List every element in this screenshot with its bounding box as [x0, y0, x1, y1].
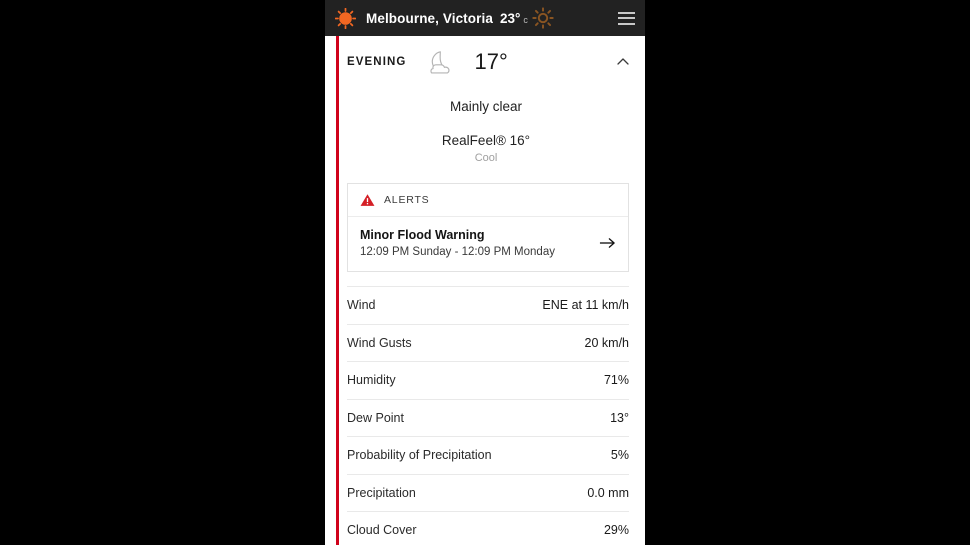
accent-rail: [336, 36, 339, 545]
detail-value: 0.0 mm: [587, 485, 629, 500]
realfeel-value: RealFeel® 16°: [441, 133, 531, 148]
location-label[interactable]: Melbourne, Victoria: [366, 11, 493, 26]
detail-value: 5%: [610, 448, 629, 463]
detail-label: Cloud Cover: [347, 523, 417, 538]
alerts-header: ALERTS: [348, 184, 628, 217]
app-header-bar: Melbourne, Victoria 23° c: [325, 0, 645, 36]
table-row: Probability of Precipitation 5%: [347, 437, 629, 475]
detail-label: Wind Gusts: [347, 335, 412, 350]
table-row: Wind Gusts 20 km/h: [347, 325, 629, 362]
sun-icon: [334, 7, 357, 29]
screen-root: Melbourne, Victoria 23° c EVENING 17° Ma…: [0, 0, 970, 545]
alert-item[interactable]: Minor Flood Warning 12:09 PM Sunday - 12…: [348, 217, 628, 271]
weather-app-panel: Melbourne, Victoria 23° c EVENING 17° Ma…: [325, 0, 645, 545]
detail-value: 71%: [603, 373, 629, 388]
detail-value: 20 km/h: [584, 335, 629, 350]
detail-value: 13°: [610, 410, 629, 425]
realfeel-description: Cool: [474, 152, 498, 164]
alert-text-group: Minor Flood Warning 12:09 PM Sunday - 12…: [360, 228, 591, 258]
forecast-temperature: 17°: [474, 49, 508, 74]
hamburger-bar: [618, 11, 635, 14]
arrow-right-icon[interactable]: [599, 236, 616, 250]
content-area: EVENING 17° Mainly clear RealFeel® 16° C…: [325, 36, 645, 545]
detail-value: 29%: [603, 523, 629, 538]
table-row: Precipitation 0.0 mm: [347, 475, 629, 512]
period-label: EVENING: [347, 56, 407, 68]
detail-label: Wind: [347, 298, 376, 313]
detail-label: Humidity: [347, 373, 396, 388]
hamburger-bar: [618, 22, 635, 25]
alert-title: Minor Flood Warning: [360, 228, 485, 242]
alerts-card: ALERTS Minor Flood Warning 12:09 PM Sund…: [347, 183, 629, 272]
weather-details-list: Wind ENE at 11 km/h Wind Gusts 20 km/h H…: [347, 286, 631, 545]
detail-value: ENE at 11 km/h: [542, 298, 629, 313]
content-inner: EVENING 17° Mainly clear RealFeel® 16° C…: [339, 36, 645, 545]
temperature-unit-label[interactable]: c: [523, 15, 528, 25]
detail-label: Dew Point: [347, 410, 404, 425]
chevron-up-icon[interactable]: [615, 54, 631, 70]
hamburger-menu-icon[interactable]: [618, 11, 635, 25]
header-temperature: 23°: [499, 10, 521, 26]
table-row: Wind ENE at 11 km/h: [347, 286, 629, 325]
hamburger-bar: [618, 17, 635, 19]
table-row: Cloud Cover 29%: [347, 512, 629, 545]
detail-label: Precipitation: [347, 485, 416, 500]
alerts-header-label: ALERTS: [384, 194, 430, 206]
table-row: Humidity 71%: [347, 362, 629, 400]
weather-phrase: Mainly clear: [449, 99, 523, 114]
alert-time-range: 12:09 PM Sunday - 12:09 PM Monday: [360, 246, 555, 258]
warning-triangle-icon: [360, 193, 375, 207]
detail-label: Probability of Precipitation: [347, 448, 492, 463]
forecast-period-header[interactable]: EVENING 17°: [347, 36, 631, 82]
moon-with-cloud-icon: [424, 49, 454, 75]
sun-icon-secondary: [532, 7, 554, 29]
table-row: Dew Point 13°: [347, 400, 629, 437]
